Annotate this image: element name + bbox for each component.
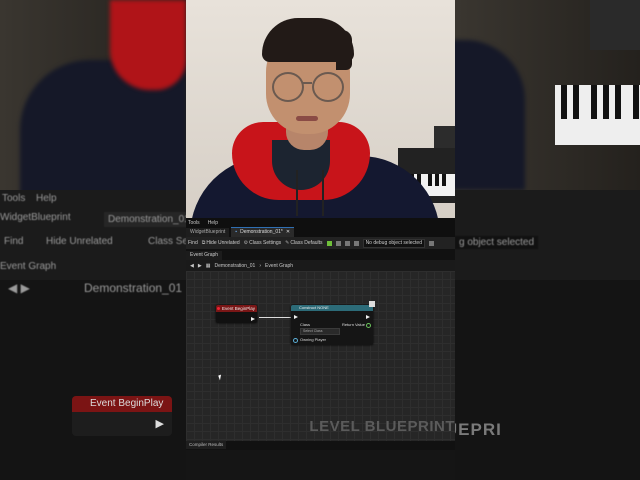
graph-canvas[interactable]: Event BeginPlay Construct NONE Class Sel… [186,271,455,441]
menu-help[interactable]: Help [208,220,218,226]
tab-compiler-results[interactable]: Compiler Results [186,441,227,449]
bg-menu-help: Help [36,193,57,204]
bg-watermark: LEVEL BLUEPRI [455,420,502,439]
exec-out-pin-icon[interactable] [366,315,370,319]
breadcrumb-root[interactable]: Demonstration_01 [214,263,255,269]
tab-widget-blueprint[interactable]: WidgetBlueprint [186,227,230,237]
bg-breadcrumb: Demonstration_01 [84,281,183,295]
bg-tab: Demonstration_01 [104,212,186,227]
hide-unrelated-label: Hide Unrelated [206,240,240,246]
class-defaults-label: Class Defaults [290,240,323,246]
document-tabs: WidgetBlueprint ▪ Demonstration_01* ✕ [186,227,455,237]
presenter-hood-blurred [110,0,186,90]
graph-tab-bar: Event Graph [186,250,455,260]
blueprint-icon: ▪ [235,229,238,235]
background-left-panel: Tools Help WidgetBlueprint Demonstration… [0,0,186,480]
debug-options-icon[interactable] [429,240,434,246]
unreal-editor: Tools Help WidgetBlueprint ▪ Demonstrati… [186,218,455,480]
close-icon[interactable]: ✕ [286,228,290,237]
defaults-icon: ✎ [285,240,290,246]
pause-icon[interactable] [335,240,341,246]
background-toolbar-right [455,190,640,280]
background-right-panel: g object selected LEVEL BLUEPRI [455,0,640,480]
tab-label: Demonstration_01* [240,229,283,235]
return-value-label: Return Value [341,322,365,327]
bg-nav-arrows: ◀ ▶ [8,281,30,295]
bg-find: Find [4,236,24,247]
bg-widget-label: WidgetBlueprint [0,212,71,223]
back-arrow-icon[interactable]: ◀ [190,263,194,269]
node-title: Construct NONE [291,305,373,311]
mouse-cursor-icon [218,374,223,381]
breadcrumb-current: Event Graph [264,263,294,269]
exec-in-pin-icon[interactable] [294,315,298,319]
glasses-left-lens [272,72,304,102]
bg-class-settings: Class Se [148,236,186,247]
stop-icon[interactable] [344,240,350,246]
glasses-bridge [302,82,312,84]
exec-out-pin-icon[interactable] [251,317,255,321]
bg-node-title: Event BeginPlay [72,396,172,412]
tab-demonstration[interactable]: ▪ Demonstration_01* ✕ [231,227,295,237]
level-blueprint-watermark: LEVEL BLUEPRINT [309,418,455,435]
editor-toolbar: Find ⧉ Hide Unrelated ⚙ Class Settings ✎… [186,237,455,250]
class-settings-button[interactable]: ⚙ Class Settings [244,240,281,246]
gear-icon: ⚙ [243,240,249,246]
video-frame: Tools Help WidgetBlueprint ▪ Demonstrati… [186,0,455,480]
graph-icon: ▦ [205,263,211,269]
owning-player-label: Owning Player [300,337,327,342]
bg-monitor [590,0,640,50]
exec-wire [259,317,292,318]
bg-menu-tools: Tools [2,193,26,204]
hide-unrelated-button[interactable]: ⧉ Hide Unrelated [202,240,240,246]
forward-arrow-icon[interactable]: ▶ [198,263,202,269]
return-value-pin-icon[interactable] [366,323,371,328]
node-title: Event BeginPlay [216,305,257,312]
function-icon [369,301,375,307]
bg-debug-select: g object selected [455,236,539,249]
bg-exec-pin-icon: ▶ [155,418,164,430]
class-select-dropdown[interactable]: Select Class [300,328,340,335]
breadcrumb-separator-icon: › [259,263,261,269]
find-button[interactable]: Find [188,240,198,246]
owning-player-pin-icon[interactable] [293,338,298,343]
class-defaults-button[interactable]: ✎ Class Defaults [285,240,322,246]
class-settings-label: Class Settings [249,240,282,246]
presenter-hair-bun [336,30,352,70]
hood-string-right [322,170,324,216]
tab-label: WidgetBlueprint [190,228,226,235]
bg-node-begin-play: Event BeginPlay ▶ [72,396,172,436]
bg-hide-unrelated: Hide Unrelated [46,236,113,247]
bg-graph-tab: Event Graph [0,261,57,272]
menu-tools[interactable]: Tools [188,220,200,226]
node-event-begin-play[interactable]: Event BeginPlay [216,305,257,323]
debug-object-select[interactable]: No debug object selected [362,238,425,248]
class-pin-label: Class [300,322,311,327]
presenter-mouth [296,116,318,121]
step-icon[interactable] [353,240,359,246]
bg-piano [555,85,640,145]
hood-string-left [296,170,298,216]
glasses-right-lens [312,72,344,102]
hide-unrelated-icon: ⧉ [201,240,206,246]
node-construct-widget[interactable]: Construct NONE Class Select Class Return… [291,301,375,345]
webcam-view [186,0,455,220]
find-label: Find [188,240,198,246]
bottom-panel-tabs: Compiler Results [186,441,455,450]
play-icon[interactable] [326,240,332,246]
menu-bar: Tools Help [186,218,455,227]
tab-event-graph[interactable]: Event Graph [186,250,223,260]
